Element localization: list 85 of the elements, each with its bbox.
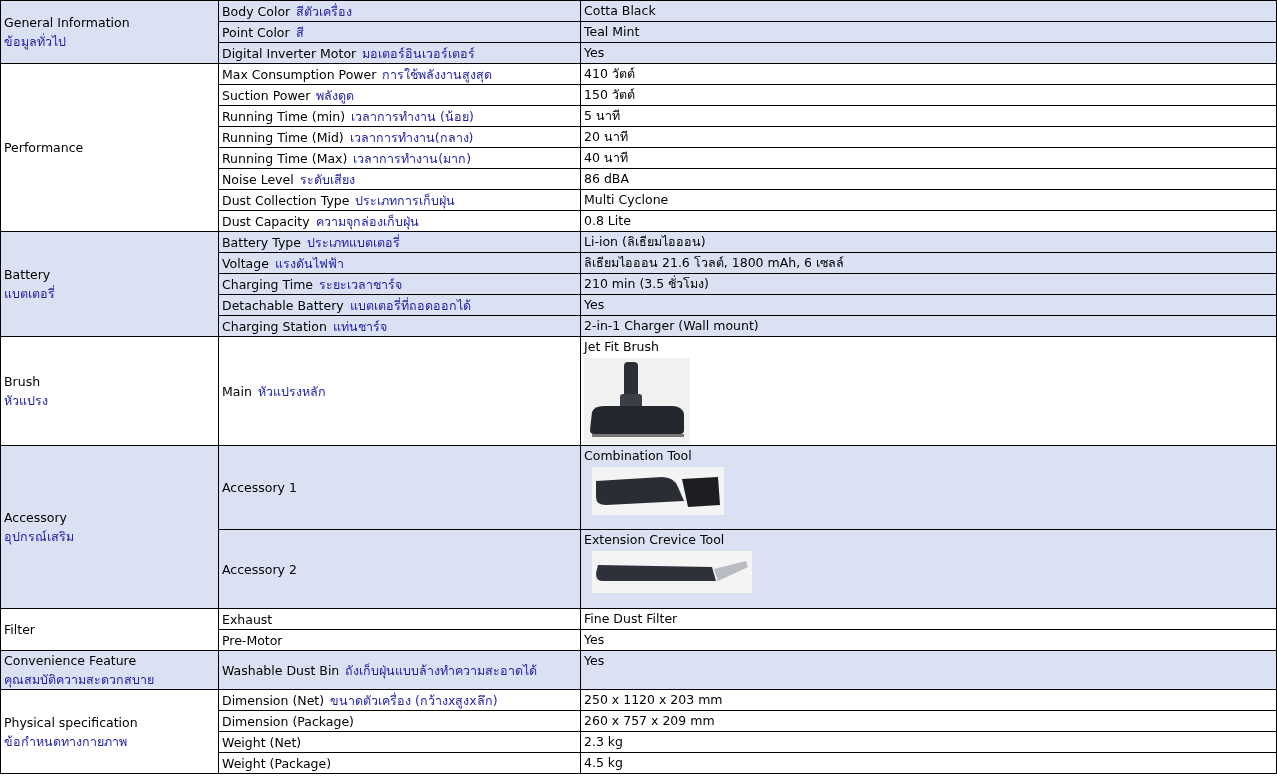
spec-value: Yes (584, 45, 605, 60)
spec-thai-label: สีตัวเครื่อง (296, 3, 353, 19)
spec-thai-label: เวลาการทำงาน (น้อย) (351, 108, 474, 124)
group-name: Physical specification (4, 713, 139, 732)
spec-label: Washable Dust Bin (222, 662, 340, 678)
group-thai-name: หัวแปรง (4, 392, 49, 410)
group-name: Brush (4, 373, 42, 391)
spec-label: Main (222, 383, 252, 399)
spec-label: Dust Capacity (222, 213, 310, 229)
spec-thai-label: ถังเก็บฝุ่นแบบล้างทำความสะอาดได้ (345, 662, 538, 678)
spec-label: Charging Time (222, 276, 314, 292)
spec-thai-label: สี (295, 24, 304, 40)
spec-label: Dust Collection Type (222, 192, 350, 208)
spec-thai-label: ระยะเวลาชาร์จ (319, 276, 403, 292)
group-thai-name: คุณสมบัติความสะดวกสบาย (4, 671, 155, 689)
spec-value: 210 min (3.5 ชั่วโมง) (584, 276, 709, 291)
spec-thai-label: มอเตอร์อินเวอร์เตอร์ (362, 45, 476, 61)
group-thai-name: ข้อมูลทั่วไป (4, 32, 67, 51)
spec-label: Body Color (222, 3, 291, 19)
spec-label: Exhaust (222, 611, 273, 627)
spec-value: Multi Cyclone (584, 192, 669, 207)
spec-thai-label: แรงดันไฟฟ้า (274, 255, 344, 271)
spec-label: Max Consumption Power (222, 66, 377, 82)
group-name: General Information (4, 14, 131, 32)
spec-value: 86 dBA (584, 171, 629, 186)
spec-label: Point Color (222, 24, 290, 40)
spec-value: 20 นาที (584, 129, 628, 144)
spec-label: Voltage (222, 255, 269, 271)
spec-label: Accessory 2 (222, 561, 297, 577)
spec-thai-label: ขนาดตัวเครื่อง (กว้างxสูงxลึก) (330, 692, 498, 708)
spec-label: Weight (Net) (222, 734, 302, 750)
spec-label: Weight (Package) (222, 755, 332, 771)
spec-label: Digital Inverter Motor (222, 45, 357, 61)
spec-value: 40 นาที (584, 150, 628, 165)
spec-label: Suction Power (222, 87, 311, 103)
spec-thai-label: ประเภทการเก็บฝุ่น (355, 192, 456, 208)
group-thai-name: อุปกรณ์เสริม (4, 528, 75, 546)
spec-label: Dimension (Package) (222, 713, 354, 729)
spec-label: Detachable Battery (222, 297, 344, 313)
spec-value: 260 x 757 x 209 mm (584, 713, 715, 728)
spec-value: 0.8 Lite (584, 213, 631, 228)
spec-label: Pre-Motor (222, 632, 283, 648)
spec-value: Fine Dust Filter (584, 611, 678, 626)
spec-label: Accessory 1 (222, 480, 297, 495)
spec-thai-label: พลังดูด (316, 87, 355, 103)
spec-thai-label: ประเภทแบตเตอรี่ (306, 234, 400, 250)
group-name: Battery (4, 266, 52, 284)
spec-label: Running Time (Mid) (222, 129, 344, 145)
spec-thai-label: ความจุกล่องเก็บฝุ่น (315, 213, 419, 229)
spec-value: Cotta Black (584, 3, 656, 18)
spec-value: Yes (584, 653, 605, 668)
spec-value: Yes (584, 297, 605, 312)
spec-label: Running Time (Max) (222, 150, 348, 166)
spec-thai-label: เวลาการทำงาน(มาก) (353, 150, 472, 166)
spec-value: 5 นาที (584, 108, 620, 123)
spec-label: Running Time (min) (222, 108, 346, 124)
spec-label: Dimension (Net) (222, 692, 325, 708)
spec-value: Jet Fit Brush (584, 339, 659, 354)
spec-label: Battery Type (222, 234, 301, 250)
spec-thai-label: แท่นชาร์จ (332, 318, 387, 334)
spec-value: Li-ion (ลิเธียมไอออน) (584, 234, 706, 249)
group-name: Performance (4, 139, 85, 157)
spec-value: Yes (584, 632, 605, 647)
spec-thai-label: ระดับเสียง (299, 171, 355, 187)
group-name: Accessory (4, 509, 68, 527)
spec-label: Charging Station (222, 318, 327, 334)
group-name: Convenience Feature (4, 652, 138, 670)
spec-thai-label: เวลาการทำงาน(กลาง) (349, 129, 474, 145)
spec-value: 2-in-1 Charger (Wall mount) (584, 318, 759, 333)
spec-value: 250 x 1120 x 203 mm (584, 692, 723, 707)
spec-value: 4.5 kg (584, 755, 624, 770)
spec-value: 2.3 kg (584, 734, 624, 749)
spec-label: Noise Level (222, 171, 294, 187)
group-thai-name: ข้อกำหนดทางกายภาพ (4, 732, 128, 751)
spec-value: Teal Mint (584, 24, 640, 39)
spec-value: Extension Crevice Tool (584, 532, 725, 547)
group-thai-name: แบตเตอรี่ (4, 284, 56, 303)
spec-thai-label: หัวแปรงหลัก (257, 383, 326, 399)
spec-thai-label: การใช้พลังงานสูงสุด (382, 66, 493, 82)
spec-value: ลิเธียมไอออน 21.6 โวลต์, 1800 mAh, 6 เซลล์ (584, 255, 845, 270)
spec-value: 410 วัตต์ (584, 66, 635, 81)
spec-value: Combination Tool (584, 448, 692, 463)
group-name: Filter (4, 621, 36, 639)
spec-value: 150 วัตต์ (584, 87, 635, 102)
spec-thai-label: แบตเตอรี่ที่ถอดออกได้ (349, 297, 471, 313)
